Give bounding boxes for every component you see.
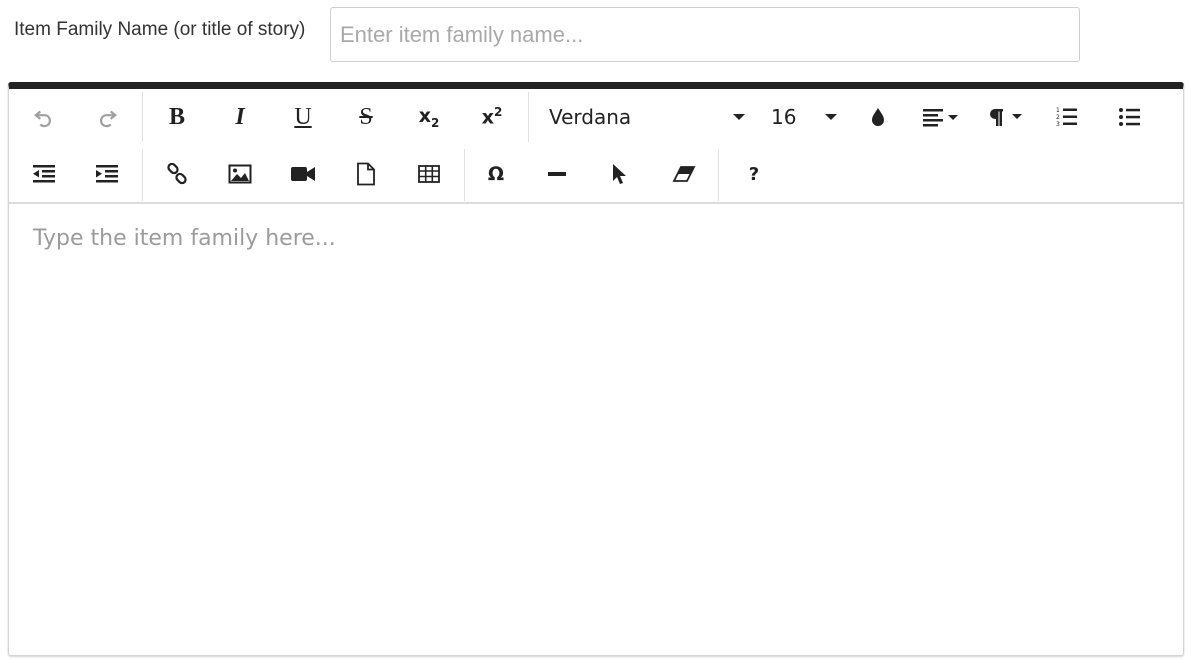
omega-icon: Ω xyxy=(487,163,505,185)
select-cursor-button[interactable] xyxy=(593,152,645,196)
table-icon xyxy=(418,165,440,183)
superscript-icon: x2 xyxy=(481,105,503,129)
redo-button[interactable] xyxy=(81,95,133,139)
insert-link-button[interactable] xyxy=(151,152,203,196)
svg-text:3: 3 xyxy=(1056,121,1060,128)
insert-image-button[interactable] xyxy=(214,152,266,196)
indent-button[interactable] xyxy=(81,152,133,196)
clear-formatting-button[interactable] xyxy=(658,152,710,196)
unordered-list-button[interactable] xyxy=(1104,95,1156,139)
font-family-value: Verdana xyxy=(549,105,632,129)
italic-icon: I xyxy=(235,103,245,130)
item-family-name-label: Item Family Name (or title of story) xyxy=(14,19,306,40)
video-icon xyxy=(291,167,315,181)
bold-button[interactable]: B xyxy=(151,95,203,139)
outdent-button[interactable] xyxy=(18,152,70,196)
horizontal-rule-button[interactable] xyxy=(531,152,583,196)
insert-table-button[interactable] xyxy=(403,152,455,196)
cursor-icon xyxy=(613,164,626,184)
align-dropdown[interactable] xyxy=(915,95,967,139)
color-drop-icon xyxy=(872,108,884,126)
chevron-down-icon xyxy=(825,114,837,120)
chevron-down-icon xyxy=(733,114,745,120)
strikethrough-button[interactable]: S xyxy=(340,95,392,139)
toolbar-separator xyxy=(142,149,143,201)
undo-button[interactable] xyxy=(18,95,70,139)
toolbar-separator xyxy=(142,92,143,142)
toolbar-separator xyxy=(464,149,465,201)
bold-icon: B xyxy=(168,103,185,130)
outdent-icon xyxy=(33,165,55,183)
editor-placeholder: Type the item family here... xyxy=(33,226,336,251)
ordered-list-icon: 1 2 3 xyxy=(1056,107,1077,128)
image-icon xyxy=(228,164,252,184)
link-icon xyxy=(167,163,187,185)
unordered-list-icon xyxy=(1119,108,1140,126)
toolbar-separator xyxy=(718,149,719,201)
underline-icon: U xyxy=(294,103,312,130)
toolbar-separator xyxy=(528,92,529,142)
underline-button[interactable]: U xyxy=(277,95,329,139)
insert-video-button[interactable] xyxy=(277,152,329,196)
paragraph-dropdown[interactable] xyxy=(980,95,1032,139)
special-character-button[interactable]: Ω xyxy=(470,152,522,196)
strikethrough-icon: S xyxy=(359,103,373,130)
insert-file-button[interactable] xyxy=(340,152,392,196)
paragraph-icon xyxy=(990,109,1022,126)
item-family-name-row: Item Family Name (or title of story) xyxy=(0,0,1191,70)
redo-icon xyxy=(100,110,118,128)
indent-icon xyxy=(96,165,118,183)
editor-content-area[interactable]: Type the item family here... xyxy=(9,204,1183,656)
help-button[interactable]: ? xyxy=(728,152,780,196)
font-color-button[interactable] xyxy=(852,95,904,139)
rich-text-editor: B I U S x2 x2 Verdana 16 1 2 3 Ω ? Type … xyxy=(8,82,1184,656)
font-size-dropdown[interactable]: 16 xyxy=(761,95,845,139)
subscript-icon: x2 xyxy=(418,104,440,130)
font-family-dropdown[interactable]: Verdana xyxy=(539,95,751,139)
item-family-name-input[interactable] xyxy=(330,7,1080,62)
superscript-button[interactable]: x2 xyxy=(466,95,518,139)
font-size-value: 16 xyxy=(771,105,797,129)
horizontal-rule-icon xyxy=(548,172,566,176)
svg-text:1: 1 xyxy=(1056,107,1060,114)
italic-button[interactable]: I xyxy=(214,95,266,139)
editor-toolbar: B I U S x2 x2 Verdana 16 1 2 3 Ω ? xyxy=(9,89,1183,204)
subscript-button[interactable]: x2 xyxy=(403,95,455,139)
undo-icon xyxy=(33,110,51,128)
ordered-list-button[interactable]: 1 2 3 xyxy=(1041,95,1093,139)
align-left-icon xyxy=(923,109,958,127)
help-icon: ? xyxy=(748,163,760,185)
svg-text:2: 2 xyxy=(1056,114,1060,121)
file-icon xyxy=(357,162,375,186)
eraser-icon xyxy=(672,166,696,182)
